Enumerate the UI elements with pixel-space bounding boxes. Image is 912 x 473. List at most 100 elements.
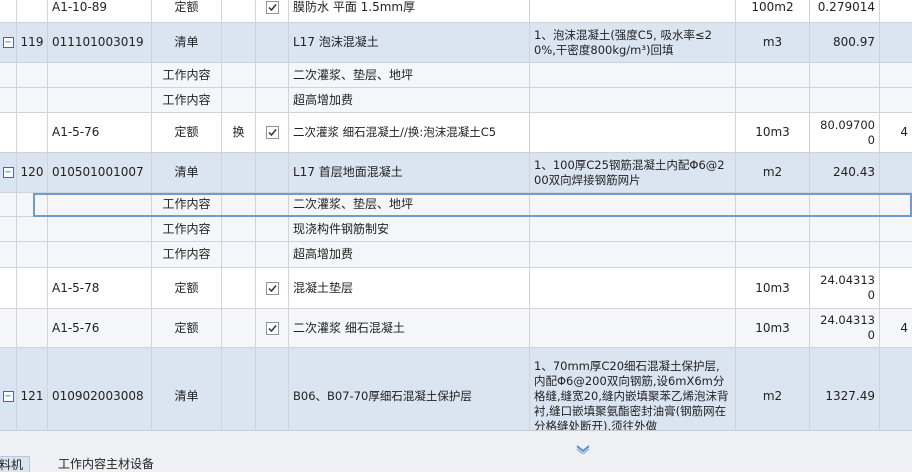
quantity-cell[interactable] [810,88,880,112]
item-name-cell[interactable]: 二次灌浆 细石混凝土 [289,309,530,347]
table-row[interactable]: 工作内容 超高增加费 [0,88,912,113]
type-cell[interactable]: 定额 [152,268,222,308]
bill-of-quantities-grid[interactable]: A1-10-89 定额 膜防水 平面 1.5mm厚 100m2 0.279014−119… [0,0,912,430]
table-row[interactable]: 工作内容 现浇构件钢筋制安 [0,217,912,242]
type-cell[interactable]: 工作内容 [152,193,222,216]
unit-cell[interactable]: 10m3 [736,309,810,347]
type-cell[interactable]: 清单 [152,153,222,192]
type-cell[interactable]: 定额 [152,309,222,347]
chevron-down-icon[interactable] [575,445,591,454]
item-name-cell[interactable]: 二次灌浆 细石混凝土//换:泡沫混凝土C5 [289,113,530,152]
code-cell[interactable]: 010902003008 [48,348,152,430]
code-cell[interactable] [48,242,152,267]
table-row[interactable]: 工作内容 二次灌浆、垫层、地坪 [0,63,912,88]
collapse-toggle-icon[interactable]: − [2,37,14,48]
code-cell[interactable]: A1-5-76 [48,309,152,347]
collapse-toggle-icon[interactable]: − [2,391,14,402]
row-checkbox[interactable] [265,0,279,14]
unit-cell[interactable] [736,88,810,112]
type-cell[interactable]: 定额 [152,0,222,22]
tab-materials-machines[interactable]: 料机 [0,456,31,472]
replace-flag-cell [222,153,256,192]
code-cell[interactable] [48,88,152,112]
item-name-cell[interactable]: 混凝土垫层 [289,268,530,308]
tab-work-content-materials[interactable]: 工作内容主材设备 [52,456,160,472]
checkbox-cell [256,348,289,430]
item-feature-cell[interactable] [530,88,736,112]
code-cell[interactable]: 010501001007 [48,153,152,192]
quantity-cell[interactable]: 24.043130 [810,309,880,347]
type-cell[interactable]: 清单 [152,23,222,62]
quantity-cell[interactable]: 0.279014 [810,0,880,22]
row-checkbox[interactable] [265,126,279,139]
item-feature-cell[interactable] [530,268,736,308]
quantity-cell[interactable]: 80.097000 [810,113,880,152]
type-cell[interactable]: 工作内容 [152,63,222,87]
unit-cell[interactable] [736,217,810,241]
quantity-cell[interactable]: 800.97 [810,23,880,62]
item-feature-cell[interactable]: 1、100厚C25钢筋混凝土内配Φ6@200双向焊接钢筋网片 [530,153,736,192]
type-cell[interactable]: 工作内容 [152,88,222,112]
table-row[interactable]: 工作内容 二次灌浆、垫层、地坪 [0,193,912,217]
quantity-cell[interactable]: 1327.49 [810,348,880,430]
item-feature-cell[interactable] [530,0,736,22]
item-feature-cell[interactable] [530,63,736,87]
item-name-cell[interactable]: 超高增加费 [289,242,530,267]
unit-cell[interactable] [736,193,810,216]
tree-cell [0,193,17,216]
item-name-cell[interactable]: 二次灌浆、垫层、地坪 [289,63,530,87]
row-checkbox[interactable] [265,321,279,335]
item-feature-cell[interactable] [530,309,736,347]
table-row[interactable]: −119 011101003019 清单 L17 泡沫混凝土 1、泡沫混凝土(强度C5,… [0,23,912,63]
type-cell[interactable]: 工作内容 [152,217,222,241]
type-cell[interactable]: 工作内容 [152,242,222,267]
item-feature-cell[interactable]: 1、70mm厚C20细石混凝土保护层,内配Φ6@200双向钢筋,设6mX6m分格… [530,348,736,430]
item-feature-cell[interactable] [530,193,736,216]
item-feature-cell[interactable] [530,242,736,267]
unit-cell[interactable]: m3 [736,23,810,62]
code-cell[interactable]: A1-5-78 [48,268,152,308]
quantity-cell[interactable] [810,242,880,267]
code-cell[interactable] [48,63,152,87]
quantity-cell[interactable] [810,63,880,87]
table-row[interactable]: A1-5-76 定额换二次灌浆 细石混凝土//换:泡沫混凝土C5 10m3 80.09… [0,113,912,153]
table-row[interactable]: A1-10-89 定额 膜防水 平面 1.5mm厚 100m2 0.279014 [0,0,912,23]
table-row[interactable]: 工作内容 超高增加费 [0,242,912,268]
quantity-cell[interactable]: 240.43 [810,153,880,192]
unit-cell[interactable]: m2 [736,153,810,192]
type-cell[interactable]: 定额 [152,113,222,152]
item-name-cell[interactable]: 超高增加费 [289,88,530,112]
item-name-cell[interactable]: 膜防水 平面 1.5mm厚 [289,0,530,22]
tree-cell [0,268,17,308]
item-feature-cell[interactable] [530,217,736,241]
code-cell[interactable]: A1-5-76 [48,113,152,152]
code-cell[interactable]: 011101003019 [48,23,152,62]
panel-splitter[interactable] [0,430,912,454]
unit-cell[interactable]: 10m3 [736,113,810,152]
table-row[interactable]: −121 010902003008 清单 B06、B07-70厚细石混凝土保护层 1、7… [0,348,912,430]
item-name-cell[interactable]: 二次灌浆、垫层、地坪 [289,193,530,216]
unit-cell[interactable]: 10m3 [736,268,810,308]
unit-cell[interactable] [736,242,810,267]
quantity-cell[interactable]: 24.043130 [810,268,880,308]
table-row[interactable]: −120 010501001007 清单 L17 首层地面混凝土 1、100厚C25钢筋… [0,153,912,193]
collapse-toggle-icon[interactable]: − [2,167,14,178]
unit-cell[interactable] [736,63,810,87]
row-checkbox[interactable] [265,281,279,295]
quantity-cell[interactable] [810,193,880,216]
quantity-cell[interactable] [810,217,880,241]
unit-cell[interactable]: m2 [736,348,810,430]
code-cell[interactable]: A1-10-89 [48,0,152,22]
item-feature-cell[interactable] [530,113,736,152]
item-name-cell[interactable]: B06、B07-70厚细石混凝土保护层 [289,348,530,430]
item-name-cell[interactable]: 现浇构件钢筋制安 [289,217,530,241]
item-feature-cell[interactable]: 1、泡沫混凝土(强度C5, 吸水率≤20%,干密度800kg/m³)回填 [530,23,736,62]
item-name-cell[interactable]: L17 泡沫混凝土 [289,23,530,62]
code-cell[interactable] [48,217,152,241]
code-cell[interactable] [48,193,152,216]
table-row[interactable]: A1-5-78 定额 混凝土垫层 10m3 24.043130 [0,268,912,309]
unit-cell[interactable]: 100m2 [736,0,810,22]
type-cell[interactable]: 清单 [152,348,222,430]
table-row[interactable]: A1-5-76 定额 二次灌浆 细石混凝土 10m3 24.043130 4 [0,309,912,348]
item-name-cell[interactable]: L17 首层地面混凝土 [289,153,530,192]
